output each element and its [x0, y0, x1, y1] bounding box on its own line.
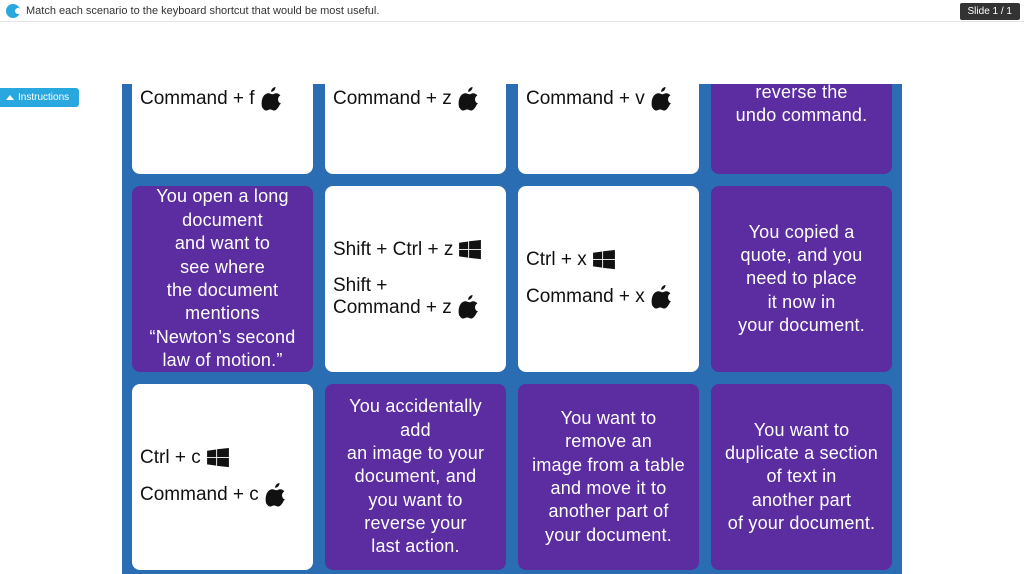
shortcut-text: Command + x [526, 286, 645, 308]
apple-icon [261, 87, 283, 111]
shortcut-mac: Command + c [140, 483, 287, 507]
scenario-card[interactable]: You copied a quote, and you need to plac… [711, 186, 892, 372]
scenario-text: You copied a quote, and you need to plac… [738, 221, 865, 338]
scenario-card[interactable]: You open a long document and want to see… [132, 186, 313, 372]
instructions-label: Instructions [18, 92, 69, 103]
apple-icon [651, 285, 673, 309]
shortcut-mac: Command + f [140, 87, 283, 111]
header-bar: Match each scenario to the keyboard shor… [0, 0, 1024, 22]
scenario-text: You accidentally add an image to your do… [335, 395, 496, 559]
instructions-toggle[interactable]: Instructions [0, 88, 79, 107]
scenario-text: You open a long document and want to see… [150, 185, 296, 372]
shortcut-text: Command + z [333, 88, 452, 110]
shortcut-text: Shift + Ctrl + z [333, 239, 453, 261]
shortcut-card[interactable]: Ctrl + x Command + x [518, 186, 699, 372]
shortcut-text: Ctrl + c [140, 447, 201, 469]
scenario-card[interactable]: You want to duplicate a section of text … [711, 384, 892, 570]
scenario-card[interactable]: You want to remove an image from a table… [518, 384, 699, 570]
windows-icon [593, 250, 615, 270]
shortcut-text: Ctrl + x [526, 249, 587, 271]
scenario-card[interactable]: document but realize you need to reverse… [711, 84, 892, 174]
shortcut-mac: Command + z [333, 87, 480, 111]
shortcut-text: Shift + Command + z [333, 275, 452, 319]
shortcut-mac: Shift + Command + z [333, 275, 480, 319]
shortcut-windows: Ctrl + c [140, 447, 229, 469]
scenario-text: document but realize you need to reverse… [724, 84, 880, 128]
scenario-text: You want to duplicate a section of text … [725, 419, 878, 536]
card-grid: Ctrl + f Command + f Ctrl + z Command + … [122, 84, 902, 574]
shortcut-text: Command + c [140, 484, 259, 506]
app-logo [6, 4, 20, 18]
apple-icon [651, 87, 673, 111]
scenario-card[interactable]: You accidentally add an image to your do… [325, 384, 506, 570]
shortcut-card[interactable]: Shift + Ctrl + z Shift + Command + z [325, 186, 506, 372]
question-prompt: Match each scenario to the keyboard shor… [26, 5, 379, 17]
apple-icon [458, 87, 480, 111]
shortcut-mac: Command + v [526, 87, 673, 111]
chevron-up-icon [6, 95, 14, 100]
shortcut-mac: Command + x [526, 285, 673, 309]
apple-icon [265, 483, 287, 507]
apple-icon [458, 295, 480, 319]
shortcut-windows: Ctrl + x [526, 249, 615, 271]
shortcut-card[interactable]: Ctrl + z Command + z [325, 84, 506, 174]
slide-counter[interactable]: Slide 1 / 1 [960, 3, 1020, 20]
shortcut-card[interactable]: Ctrl + f Command + f [132, 84, 313, 174]
shortcut-card[interactable]: Ct Ctrl + v Command + v [518, 84, 699, 174]
activity-viewport: Ctrl + f Command + f Ctrl + z Command + … [0, 84, 1024, 574]
shortcut-text: Command + v [526, 88, 645, 110]
scenario-text: You want to remove an image from a table… [532, 407, 685, 547]
shortcut-text: Command + f [140, 88, 255, 110]
shortcut-card[interactable]: Ctrl + c Command + c [132, 384, 313, 570]
windows-icon [459, 240, 481, 260]
windows-icon [207, 448, 229, 468]
shortcut-windows: Shift + Ctrl + z [333, 239, 481, 261]
